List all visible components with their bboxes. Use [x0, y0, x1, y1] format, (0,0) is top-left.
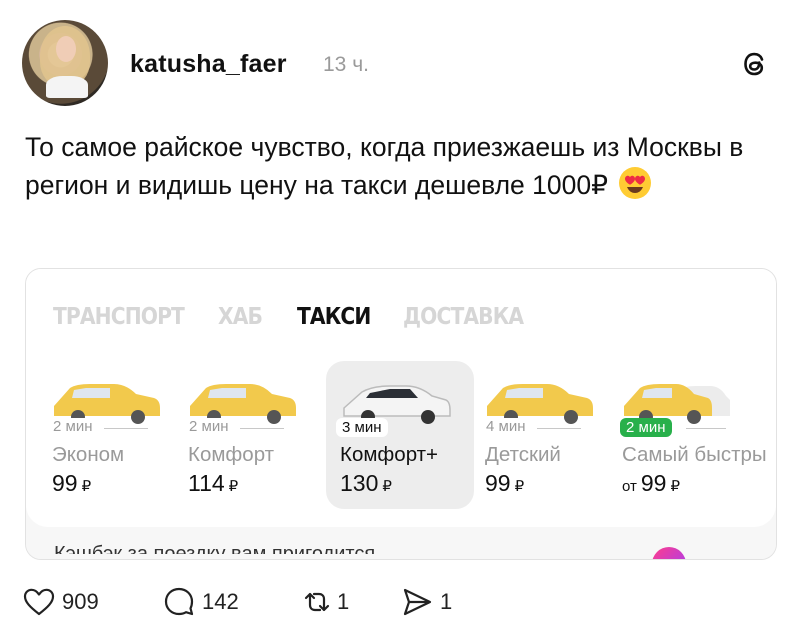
tariff-option-fastest[interactable]: 2 мин Самый быстры от 99 ₽: [620, 361, 768, 509]
cashback-text: Кэшбэк за поездку вам пригодится: [54, 544, 375, 554]
tariff-option-child[interactable]: 4 мин Детский 99 ₽: [483, 361, 631, 509]
heart-icon: [23, 588, 55, 616]
threads-logo-icon[interactable]: [738, 47, 772, 81]
comment-count: 142: [202, 589, 239, 614]
repost-button[interactable]: 1: [297, 585, 349, 619]
avatar[interactable]: [22, 20, 108, 106]
post-text: То самое райское чувство, когда приезжае…: [25, 128, 775, 204]
post-actions: 909 142 1 1: [22, 585, 782, 619]
post-time: 13 ч.: [323, 53, 369, 76]
cashback-row: Кэшбэк за поездку вам пригодится: [26, 527, 776, 559]
tariff-name: Детский: [485, 443, 561, 466]
share-button[interactable]: 1: [400, 585, 452, 619]
car-icon: [54, 384, 160, 424]
tariff-option-comfort-plus[interactable]: 3 мин Комфорт+ 130 ₽: [326, 361, 474, 509]
eta-label: 3 мин: [336, 418, 388, 437]
eta-label: 4 мин: [483, 418, 529, 435]
tariff-price: 130 ₽: [340, 470, 392, 496]
username[interactable]: katusha_faer: [130, 50, 287, 79]
repost-count: 1: [337, 589, 350, 614]
tariff-name: Эконом: [52, 443, 125, 466]
tab-transport[interactable]: ТРАНСПОРТ: [53, 304, 185, 330]
car-icon: [624, 384, 730, 424]
send-icon: [403, 588, 432, 616]
eta-label: 2 мин: [620, 418, 672, 437]
tariff-price: от 99 ₽: [622, 470, 681, 496]
tariff-name: Комфорт: [188, 443, 275, 466]
tab-taxi[interactable]: ТАКСИ: [297, 304, 371, 330]
tariff-price: 99 ₽: [52, 470, 92, 496]
tariff-price: 99 ₽: [485, 470, 525, 496]
tariff-option-comfort[interactable]: 2 мин Комфорт 114 ₽: [186, 361, 334, 509]
car-icon: [343, 385, 451, 424]
tab-hub[interactable]: ХАБ: [218, 304, 263, 330]
car-icon: [190, 384, 296, 424]
eta-label: 2 мин: [50, 418, 96, 435]
comment-button[interactable]: 142: [162, 585, 239, 619]
tariff-name: Комфорт+: [340, 443, 439, 466]
repost-icon: [304, 592, 330, 612]
like-button[interactable]: 909: [22, 585, 99, 619]
tariff-name: Самый быстры: [622, 443, 767, 466]
comment-icon: [164, 587, 194, 616]
eta-label: 2 мин: [186, 418, 232, 435]
tab-delivery[interactable]: ДОСТАВКА: [403, 304, 524, 330]
heart-eyes-emoji-icon: [618, 167, 651, 199]
tariff-option-econom[interactable]: 2 мин Эконом 99 ₽: [50, 361, 198, 509]
like-count: 909: [62, 589, 99, 614]
plus-logo-icon: [652, 547, 686, 559]
taxi-app-screenshot[interactable]: ТРАНСПОРТ ХАБ ТАКСИ ДОСТАВКА 2 мин Эконо…: [25, 268, 777, 560]
tariff-price: 114 ₽: [188, 470, 239, 496]
car-icon: [487, 384, 593, 424]
share-count: 1: [440, 589, 453, 614]
